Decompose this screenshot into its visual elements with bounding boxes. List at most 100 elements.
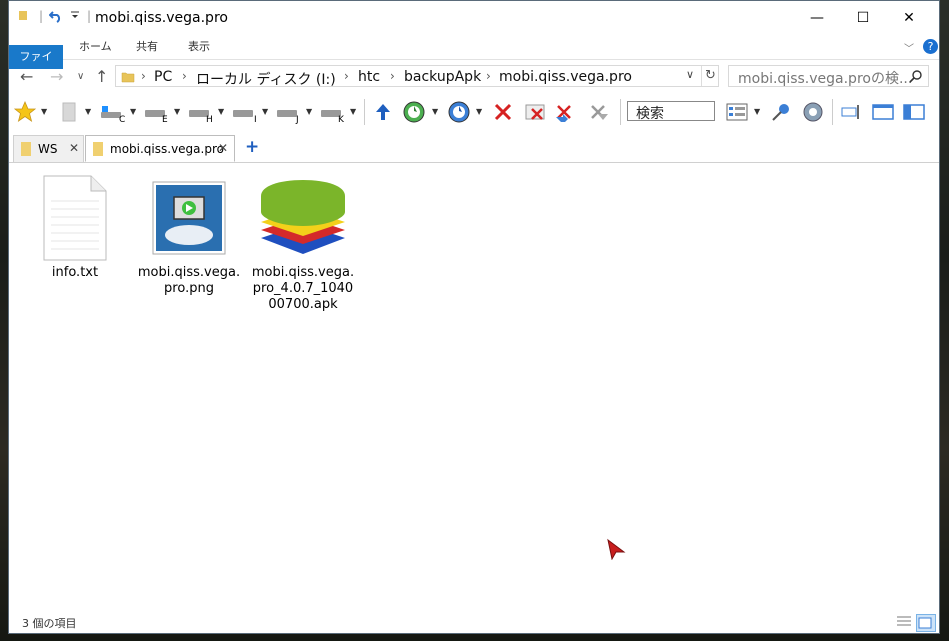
maximize-button[interactable]: ☐ <box>840 1 886 35</box>
crumb-separator-icon: › <box>182 69 187 83</box>
title-bar: | | mobi.qiss.vega.pro — ☐ ✕ <box>9 1 939 35</box>
green-refresh-icon[interactable] <box>402 100 426 124</box>
toolbar-divider-3 <box>832 99 833 125</box>
bookmark-icon[interactable] <box>57 100 81 124</box>
minimize-button[interactable]: — <box>794 1 840 35</box>
crumb-separator-icon: › <box>390 69 395 83</box>
crumb-local-disk[interactable]: ローカル ディスク (I:) <box>196 69 336 89</box>
rename-field-icon[interactable] <box>839 100 863 124</box>
item-count: 3 個の項目 <box>22 617 77 630</box>
toolbar-search-box[interactable]: 検索 <box>627 101 715 122</box>
drive-e-dropdown-icon[interactable]: ▼ <box>174 107 180 116</box>
drive-e-label: E <box>162 115 168 125</box>
navigation-pane-icon[interactable] <box>902 100 926 124</box>
drive-i-icon[interactable] <box>231 100 255 124</box>
folder-tab-label: mobi.qiss.vega.pro <box>110 142 224 156</box>
png-image-icon <box>136 173 242 263</box>
bookmark-dropdown-icon[interactable]: ▼ <box>85 107 91 116</box>
crumb-separator-icon: › <box>486 69 491 83</box>
folder-tab-current[interactable]: mobi.qiss.vega.pro ✕ <box>85 135 235 162</box>
blue-refresh-icon[interactable] <box>447 100 471 124</box>
favorites-dropdown-icon[interactable]: ▼ <box>41 107 47 116</box>
address-dropdown-icon[interactable]: ∨ <box>686 68 694 81</box>
crumb-pc[interactable]: PC <box>154 69 172 85</box>
customize-qa-icon[interactable] <box>71 9 79 23</box>
forward-arrow-icon[interactable]: → <box>50 67 63 86</box>
file-name: info.txt <box>51 265 99 280</box>
drive-k-dropdown-icon[interactable]: ▼ <box>350 107 356 116</box>
folder-icon <box>121 69 135 88</box>
up-arrow-icon[interactable]: ↑ <box>95 67 108 86</box>
folder-tab-ws[interactable]: WS ✕ <box>13 135 84 162</box>
toolbar-divider-2 <box>620 99 621 125</box>
large-icons-view-icon[interactable] <box>916 614 936 632</box>
preview-pane-icon[interactable] <box>871 100 895 124</box>
file-name: mobi.qiss.vega.pro.png <box>137 265 241 296</box>
drive-j-dropdown-icon[interactable]: ▼ <box>306 107 312 116</box>
help-icon[interactable]: ? <box>923 39 938 54</box>
back-arrow-icon[interactable]: ← <box>20 67 33 86</box>
folder-icon <box>18 9 28 24</box>
disabled-delete-icon[interactable] <box>587 100 611 124</box>
crumb-backupapk[interactable]: backupApk <box>404 69 481 85</box>
blue-refresh-dropdown-icon[interactable]: ▼ <box>476 107 482 116</box>
delete-move-icon[interactable] <box>553 100 577 124</box>
ribbon-expand-icon[interactable]: ﹀ <box>904 40 914 55</box>
view-layout-dropdown-icon[interactable]: ▼ <box>754 107 760 116</box>
tab-home[interactable]: ホーム <box>69 35 122 59</box>
address-divider <box>701 66 702 86</box>
recent-locations-icon[interactable]: ∨ <box>77 71 84 82</box>
crumb-separator-icon: › <box>344 69 349 83</box>
pin-icon[interactable] <box>769 100 793 124</box>
refresh-icon[interactable]: ↻ <box>705 68 716 83</box>
folder-icon <box>92 141 104 160</box>
green-refresh-dropdown-icon[interactable]: ▼ <box>432 107 438 116</box>
file-item[interactable]: info.txt <box>22 173 128 281</box>
file-list-area[interactable]: info.txt mobi.qiss.vega.pro.png mobi.qis… <box>9 163 939 611</box>
undo-icon[interactable] <box>48 9 63 26</box>
search-box[interactable]: mobi.qiss.vega.proの検... <box>728 65 929 87</box>
file-item[interactable]: mobi.qiss.vega.pro.png <box>136 173 242 297</box>
tab-share[interactable]: 共有 <box>126 35 168 59</box>
drive-h-dropdown-icon[interactable]: ▼ <box>218 107 224 116</box>
drive-k-label: K <box>338 115 344 125</box>
favorites-star-icon[interactable] <box>13 100 37 124</box>
search-placeholder: mobi.qiss.vega.proの検... <box>738 71 913 87</box>
close-tab-icon[interactable]: ✕ <box>69 141 79 155</box>
text-file-icon <box>22 173 128 263</box>
view-layout-icon[interactable] <box>725 100 749 124</box>
custom-toolbar: ▼ ▼ C ▼ E ▼ H ▼ I ▼ J ▼ K ▼ ▼ ▼ 検索 ▼ <box>9 95 939 129</box>
bluestacks-apk-icon <box>250 173 356 263</box>
folder-tab-strip: WS ✕ mobi.qiss.vega.pro ✕ + <box>9 132 939 163</box>
crumb-htc[interactable]: htc <box>358 69 380 85</box>
file-item[interactable]: mobi.qiss.vega.pro_4.0.7_104000700.apk <box>250 173 356 313</box>
explorer-window: | | mobi.qiss.vega.pro — ☐ ✕ ファイル ホーム 共有… <box>8 0 940 634</box>
qa-divider: | <box>39 9 44 23</box>
mouse-cursor-icon <box>606 538 626 564</box>
drive-h-label: H <box>206 115 213 125</box>
crumb-current-folder[interactable]: mobi.qiss.vega.pro <box>499 69 632 85</box>
window-title: mobi.qiss.vega.pro <box>95 10 228 26</box>
toolbar-divider <box>364 99 365 125</box>
new-tab-plus-icon[interactable]: + <box>245 137 259 157</box>
folder-tab-label: WS <box>38 142 58 156</box>
details-view-icon[interactable] <box>895 614 913 630</box>
close-button[interactable]: ✕ <box>886 1 932 35</box>
delete-file-icon[interactable] <box>523 100 547 124</box>
tab-view[interactable]: 表示 <box>178 35 220 59</box>
delete-x-icon[interactable] <box>491 100 515 124</box>
address-bar[interactable]: › PC › ローカル ディスク (I:) › htc › backupApk … <box>115 65 719 89</box>
close-tab-icon[interactable]: ✕ <box>218 141 228 155</box>
search-icon[interactable] <box>909 68 923 87</box>
settings-gear-icon[interactable] <box>801 100 825 124</box>
drive-c-dropdown-icon[interactable]: ▼ <box>130 107 136 116</box>
drive-j-label: J <box>296 115 299 125</box>
drive-i-label: I <box>254 115 257 125</box>
qa-divider-2: | <box>87 9 92 23</box>
up-folder-icon[interactable] <box>371 100 395 124</box>
file-name: mobi.qiss.vega.pro_4.0.7_104000700.apk <box>251 265 355 312</box>
drive-i-dropdown-icon[interactable]: ▼ <box>262 107 268 116</box>
status-bar: 3 個の項目 <box>9 611 939 633</box>
toolbar-search-label: 検索 <box>636 106 664 122</box>
crumb-separator-icon: › <box>141 69 146 83</box>
